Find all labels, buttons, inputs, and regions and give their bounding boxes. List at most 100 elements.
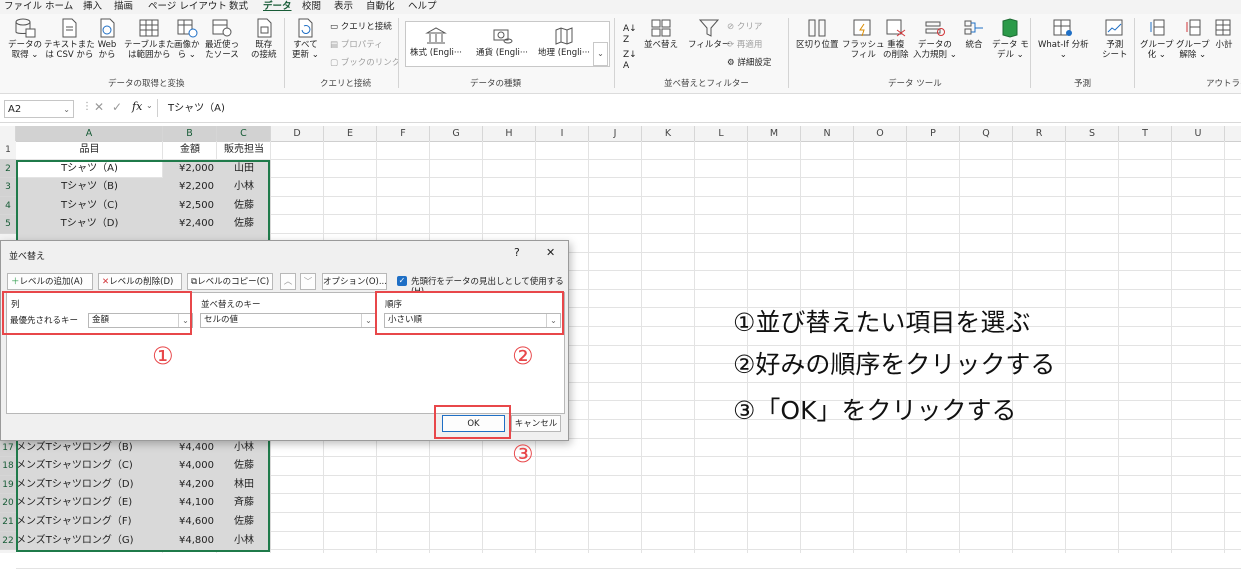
header-cell-sales-rep[interactable]: 販売担当: [217, 141, 271, 160]
properties-button[interactable]: ▤ プロパティ: [330, 40, 383, 51]
row-header[interactable]: 18: [0, 457, 16, 476]
add-level-button[interactable]: ＋レベルの追加(A): [7, 273, 93, 290]
geography-button[interactable]: 地理 (Engli···: [538, 26, 590, 58]
column-header-j[interactable]: J: [589, 126, 642, 141]
stocks-button[interactable]: 株式 (Engli···: [410, 26, 462, 58]
move-up-button[interactable]: ︿: [280, 273, 296, 290]
row-header[interactable]: 22: [0, 531, 16, 551]
table-range-button[interactable]: テーブルまた は範囲から: [124, 18, 175, 60]
name-box[interactable]: A2 ⌄: [4, 100, 74, 118]
menu-automate[interactable]: 自動化: [366, 0, 395, 14]
column-header-b[interactable]: B: [163, 126, 217, 141]
filter-button[interactable]: フィルター: [688, 18, 730, 50]
sort-button[interactable]: 並べ替え: [644, 18, 678, 50]
menu-home[interactable]: ホーム: [45, 0, 73, 14]
clear-filter-button[interactable]: ⊘ クリア: [727, 22, 762, 33]
menu-insert[interactable]: 挿入: [83, 0, 102, 14]
column-header-m[interactable]: M: [748, 126, 801, 141]
row-header[interactable]: 2: [0, 159, 16, 179]
help-button[interactable]: ?: [514, 246, 520, 259]
column-header-o[interactable]: O: [854, 126, 907, 141]
row-header[interactable]: 19: [0, 475, 16, 495]
column-header-s[interactable]: S: [1066, 126, 1119, 141]
text-csv-button[interactable]: テキストまたは CSV から: [44, 18, 95, 60]
data-model-button[interactable]: データ モデル ⌄: [992, 18, 1029, 60]
column-header-e[interactable]: E: [324, 126, 377, 141]
web-button[interactable]: Web から: [96, 18, 118, 60]
formula-input[interactable]: Tシャツ（A): [168, 100, 225, 118]
column-header-u[interactable]: U: [1172, 126, 1225, 141]
forecast-sheet-button[interactable]: 予測 シート: [1102, 18, 1128, 60]
existing-connections-button[interactable]: 既存 の接続: [251, 18, 277, 60]
column-header-f[interactable]: F: [377, 126, 430, 141]
header-checkbox[interactable]: ✓: [397, 276, 407, 286]
queries-connections-button[interactable]: ▭ クエリと接続: [330, 22, 392, 33]
cancel-button[interactable]: キャンセル: [511, 415, 561, 432]
menu-page-layout[interactable]: ページ レイアウト: [148, 0, 227, 14]
row-header[interactable]: 17: [0, 438, 16, 458]
column-header-p[interactable]: P: [907, 126, 960, 141]
advanced-filter-button[interactable]: ⚙ 詳細設定: [727, 58, 771, 69]
what-if-button[interactable]: What-If 分析 ⌄: [1038, 18, 1089, 60]
gallery-expand-icon[interactable]: ⌄: [593, 42, 608, 66]
column-header-h[interactable]: H: [483, 126, 536, 141]
delete-level-button[interactable]: ✕レベルの削除(D): [98, 273, 182, 290]
header-cell-amount[interactable]: 金額: [163, 141, 217, 160]
options-button[interactable]: オプション(O)...: [322, 273, 387, 290]
column-header-l[interactable]: L: [695, 126, 748, 141]
column-header-a[interactable]: A: [16, 126, 163, 141]
row-header[interactable]: 21: [0, 513, 16, 532]
sort-key-select[interactable]: セルの値 ⌄: [200, 313, 376, 328]
data-validation-button[interactable]: データの 入力規則 ⌄: [913, 18, 957, 60]
header-cell-item[interactable]: 品目: [16, 141, 163, 160]
reapply-button[interactable]: ⟳ 再適用: [727, 40, 762, 51]
menu-file[interactable]: ファイル: [4, 0, 42, 14]
sort-descending-icon[interactable]: Z↓ A: [623, 50, 637, 72]
refresh-all-button[interactable]: すべて 更新 ⌄: [292, 18, 319, 60]
column-header-c[interactable]: C: [217, 126, 271, 141]
row-header[interactable]: 3: [0, 178, 16, 197]
ungroup-button[interactable]: グループ 解除 ⌄: [1176, 18, 1210, 60]
menu-view[interactable]: 表示: [334, 0, 353, 14]
grid-line: [853, 141, 854, 553]
menu-help[interactable]: ヘルプ: [408, 0, 437, 14]
copy-level-button[interactable]: ⧉レベルのコピー(C): [187, 273, 273, 290]
text-to-columns-button[interactable]: 区切り位置: [796, 18, 839, 50]
recent-sources-button[interactable]: 最近使っ たソース: [205, 18, 239, 60]
chevron-down-icon[interactable]: ⌄: [63, 101, 70, 119]
menu-data[interactable]: データ: [263, 0, 292, 14]
column-header-r[interactable]: R: [1013, 126, 1066, 141]
column-header-g[interactable]: G: [430, 126, 483, 141]
flash-fill-button[interactable]: フラッシュ フィル: [842, 18, 885, 60]
currencies-button[interactable]: 通貨 (Engli···: [476, 26, 528, 58]
subtotal-button[interactable]: 小計: [1213, 18, 1235, 50]
recent-sources-label: 最近使っ: [205, 40, 240, 50]
column-header-k[interactable]: K: [642, 126, 695, 141]
menu-review[interactable]: 校閲: [302, 0, 321, 14]
from-picture-button[interactable]: 画像から ⌄: [174, 18, 200, 60]
consolidate-button[interactable]: 統合: [963, 18, 985, 50]
column-header-t[interactable]: T: [1119, 126, 1172, 141]
workbook-links-button[interactable]: ▢ ブックのリンク: [330, 58, 400, 69]
menu-draw[interactable]: 描画: [114, 0, 133, 14]
row-header[interactable]: 1: [0, 141, 16, 160]
row-header[interactable]: 4: [0, 196, 16, 216]
column-header-q[interactable]: Q: [960, 126, 1013, 141]
group-button[interactable]: グループ化 ⌄: [1140, 18, 1174, 60]
cancel-icon[interactable]: ✕: [94, 100, 104, 114]
row-header[interactable]: 20: [0, 494, 16, 513]
select-all-corner[interactable]: [0, 126, 16, 141]
move-down-button[interactable]: ﹀: [300, 273, 316, 290]
sort-ascending-icon[interactable]: A↓ Z: [623, 24, 637, 46]
row-header[interactable]: 5: [0, 215, 16, 234]
insert-function-icon[interactable]: fx: [132, 100, 142, 113]
remove-duplicates-button[interactable]: 重複 の削除: [883, 18, 909, 60]
confirm-icon[interactable]: ✓: [112, 100, 122, 114]
menu-formulas[interactable]: 数式: [229, 0, 248, 14]
column-header-n[interactable]: N: [801, 126, 854, 141]
column-header-i[interactable]: I: [536, 126, 589, 141]
column-header-d[interactable]: D: [271, 126, 324, 141]
get-data-button[interactable]: データの 取得 ⌄: [8, 18, 42, 60]
function-chevron-icon[interactable]: ⌄: [146, 101, 153, 110]
close-button[interactable]: ✕: [546, 246, 555, 259]
